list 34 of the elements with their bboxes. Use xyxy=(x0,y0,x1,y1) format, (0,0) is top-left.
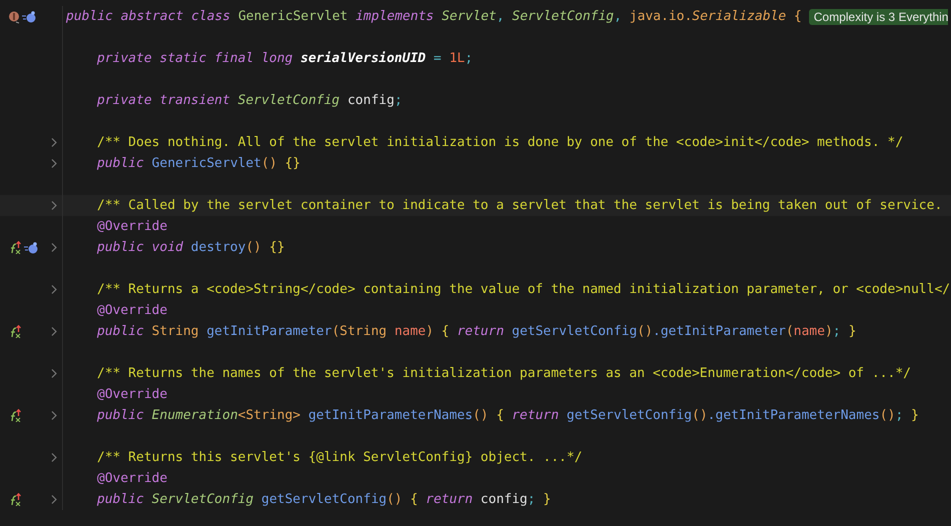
fold-chevron-icon[interactable] xyxy=(51,285,58,294)
code-line: /** Returns this servlet's {@link ServletConfig} object. ...*/ xyxy=(96,449,582,467)
fold-chevron-icon[interactable] xyxy=(51,138,58,147)
fold-chevron-icon[interactable] xyxy=(51,243,58,252)
code-line: @Override xyxy=(96,386,168,404)
fold-chevron-icon[interactable] xyxy=(51,159,58,168)
code-line: @Override xyxy=(96,218,168,236)
code-line: public ServletConfig getServletConfig() { return config; } xyxy=(96,491,551,509)
code-line: public GenericServlet() {} xyxy=(96,155,301,173)
fold-chevron-icon[interactable] xyxy=(51,453,58,462)
code-line: public Enumeration<String> getInitParameterNames() { return getServletConfig().getInitParameterNames(); } xyxy=(96,407,919,425)
class-icon[interactable] xyxy=(8,10,20,24)
override-icon[interactable] xyxy=(8,325,22,338)
override-icon[interactable] xyxy=(8,241,22,254)
override-icon[interactable] xyxy=(8,493,22,506)
code-line: public void destroy() {} xyxy=(96,239,285,257)
override-icon[interactable] xyxy=(8,409,22,422)
fold-chevron-icon[interactable] xyxy=(51,327,58,336)
bean-icon[interactable] xyxy=(24,242,38,254)
code-line: public String getInitParameter(String name) { return getServletConfig().getInitParameter(name); } xyxy=(96,323,856,341)
code-line: @Override xyxy=(96,302,168,320)
code-line: @Override xyxy=(96,470,168,488)
code-line: private static final long serialVersionUID = 1L; xyxy=(96,50,473,68)
fold-chevron-icon[interactable] xyxy=(51,495,58,504)
code-line: public abstract class GenericServlet implements Servlet, ServletConfig, java.io.Serializable { xyxy=(65,8,802,26)
fold-chevron-icon[interactable] xyxy=(51,201,58,210)
fold-chevron-icon[interactable] xyxy=(51,369,58,378)
code-line: private transient ServletConfig config; xyxy=(96,92,402,110)
fold-chevron-icon[interactable] xyxy=(51,411,58,420)
complexity-badge: Complexity is 3 Everythin xyxy=(808,8,948,24)
code-line: /** Returns the names of the servlet's initialization parameters as an <code>Enumeration</code> of ...*/ xyxy=(96,365,911,383)
code-line: /** Returns a <code>String</code> containing the value of the named initialization parameter, or <code>null</ xyxy=(96,281,950,299)
bean-icon[interactable] xyxy=(22,10,36,22)
code-line: /** Does nothing. All of the servlet initialization is done by one of the <code>init</code> methods. */ xyxy=(96,134,904,152)
